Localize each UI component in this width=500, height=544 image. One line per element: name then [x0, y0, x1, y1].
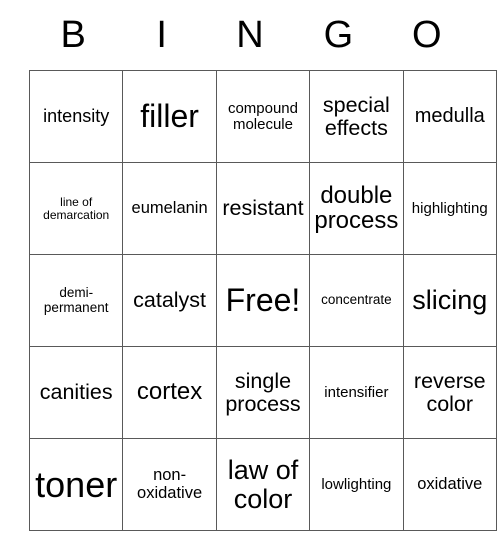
bingo-cell-i5[interactable]: non-oxidative — [122, 438, 217, 531]
bingo-cell-label: eumelanin — [131, 198, 208, 217]
bingo-cell-b1[interactable]: intensity — [28, 70, 124, 163]
bingo-cell-free-space[interactable]: Free! — [215, 254, 311, 347]
bingo-row: intensity filler compound molecule speci… — [28, 70, 497, 163]
bingo-cell-label: medulla — [414, 105, 485, 128]
header-letter-o: O — [412, 14, 442, 56]
bingo-cell-o4[interactable]: reverse color — [402, 346, 497, 439]
bingo-cell-label: reverse color — [413, 369, 486, 416]
bingo-cell-label: demi-permanent — [43, 285, 109, 315]
bingo-cell-label: canities — [39, 380, 113, 405]
bingo-cell-n5[interactable]: law of color — [215, 438, 311, 531]
bingo-cell-label: resistant — [222, 196, 304, 221]
bingo-cell-o2[interactable]: highlighting — [402, 162, 497, 255]
bingo-cell-b5[interactable]: toner — [28, 438, 124, 531]
bingo-grid: intensity filler compound molecule speci… — [28, 70, 497, 531]
bingo-cell-label: filler — [140, 97, 199, 134]
bingo-cell-b3[interactable]: demi-permanent — [28, 254, 124, 347]
bingo-header: B I N G O — [29, 0, 471, 70]
bingo-card: B I N G O intensity filler compound mole… — [0, 0, 500, 544]
bingo-cell-g2[interactable]: double process — [309, 162, 404, 255]
bingo-cell-label: intensifier — [324, 383, 389, 401]
bingo-cell-label: special effects — [322, 93, 390, 140]
bingo-cell-label: concentrate — [321, 292, 392, 308]
bingo-cell-o5[interactable]: oxidative — [402, 438, 497, 531]
bingo-cell-label: toner — [35, 463, 118, 505]
bingo-cell-label: double process — [314, 181, 399, 234]
bingo-cell-g5[interactable]: lowlighting — [309, 438, 404, 531]
bingo-cell-i3[interactable]: catalyst — [122, 254, 217, 347]
bingo-cell-label: single process — [225, 369, 301, 416]
bingo-cell-g3[interactable]: concentrate — [309, 254, 404, 347]
bingo-cell-label: oxidative — [417, 474, 483, 493]
bingo-row: demi-permanent catalyst Free! concentrat… — [28, 254, 497, 347]
bingo-row: toner non-oxidative law of color lowligh… — [28, 438, 497, 531]
header-letter-i: I — [156, 14, 167, 56]
bingo-cell-label: lowlighting — [321, 475, 392, 493]
bingo-cell-i1[interactable]: filler — [122, 70, 217, 163]
bingo-cell-g1[interactable]: special effects — [309, 70, 404, 163]
header-letter-n: N — [236, 14, 264, 56]
header-letter-g: G — [323, 14, 354, 56]
bingo-cell-label: highlighting — [411, 199, 488, 217]
bingo-cell-label: non-oxidative — [137, 466, 203, 502]
bingo-cell-label: catalyst — [133, 288, 207, 313]
bingo-row: canities cortex single process intensifi… — [28, 346, 497, 439]
bingo-cell-n4[interactable]: single process — [215, 346, 311, 439]
bingo-cell-label: line of demarcation — [43, 195, 110, 222]
bingo-cell-n1[interactable]: compound molecule — [215, 70, 311, 163]
bingo-cell-o3[interactable]: slicing — [402, 254, 497, 347]
bingo-cell-b4[interactable]: canities — [28, 346, 124, 439]
bingo-cell-label: cortex — [136, 378, 203, 406]
bingo-cell-b2[interactable]: line of demarcation — [28, 162, 124, 255]
bingo-cell-i4[interactable]: cortex — [122, 346, 217, 439]
bingo-cell-label: slicing — [412, 285, 488, 316]
bingo-cell-o1[interactable]: medulla — [402, 70, 497, 163]
bingo-cell-g4[interactable]: intensifier — [309, 346, 404, 439]
bingo-cell-n2[interactable]: resistant — [215, 162, 311, 255]
bingo-cell-label: law of color — [227, 455, 299, 514]
bingo-cell-label: intensity — [43, 106, 110, 127]
bingo-cell-i2[interactable]: eumelanin — [122, 162, 217, 255]
bingo-row: line of demarcation eumelanin resistant … — [28, 162, 497, 255]
bingo-cell-label: compound molecule — [227, 99, 298, 133]
free-space-label: Free! — [225, 281, 301, 318]
header-letter-b: B — [60, 14, 86, 56]
